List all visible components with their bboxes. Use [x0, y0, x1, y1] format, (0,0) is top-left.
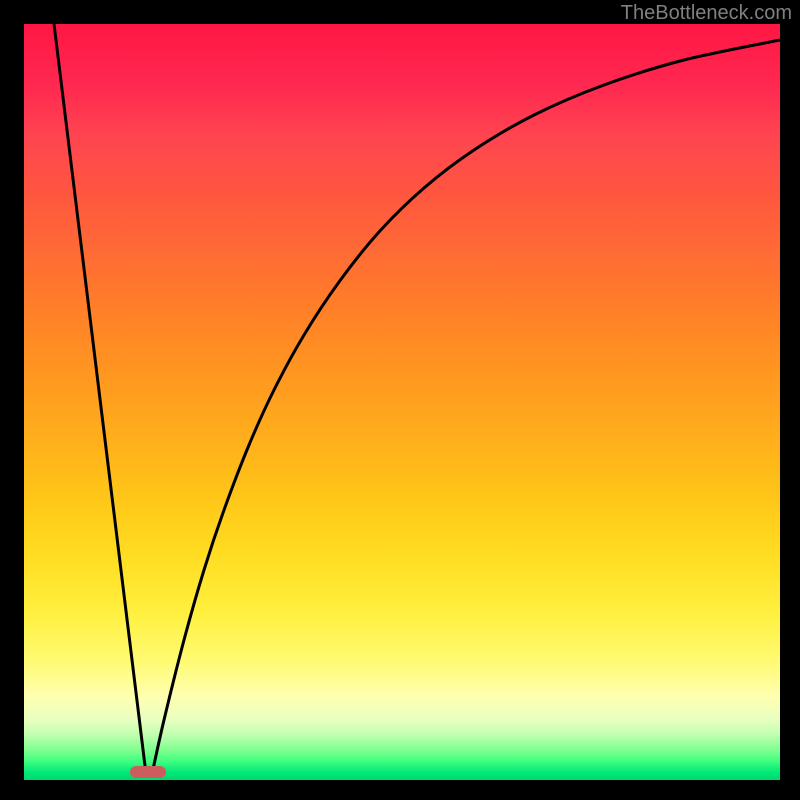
- bottleneck-curve: [54, 24, 780, 774]
- watermark-text: TheBottleneck.com: [621, 2, 792, 25]
- chart-curves: [24, 24, 780, 780]
- chart-container: [24, 24, 780, 780]
- optimal-marker: [130, 766, 166, 778]
